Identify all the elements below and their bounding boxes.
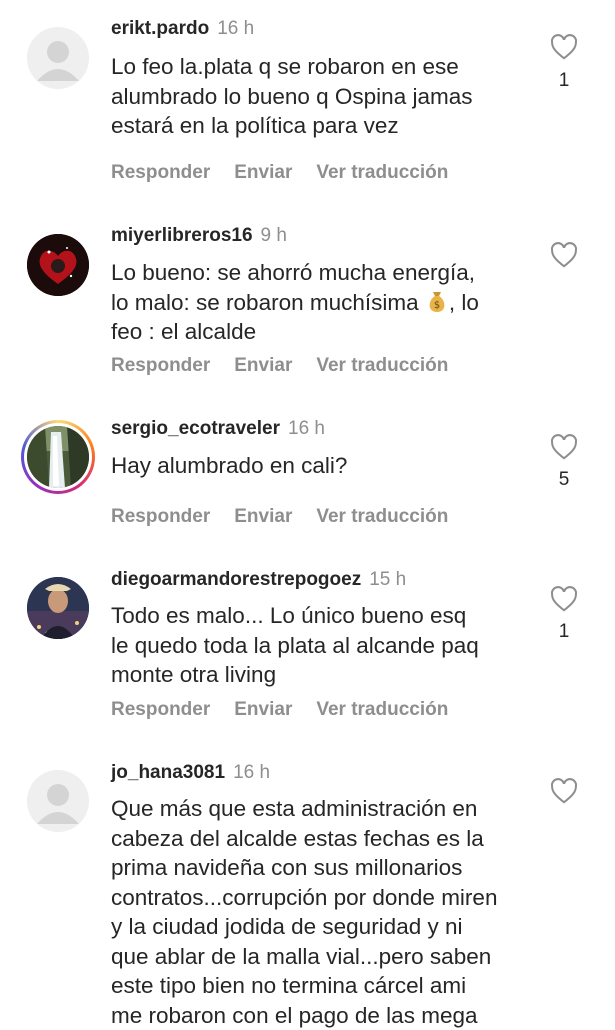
- see-translation-button[interactable]: Ver traducción: [316, 355, 448, 376]
- send-button[interactable]: Enviar: [234, 162, 292, 183]
- comment-header: erikt.pardo 16 h: [111, 18, 254, 40]
- comment-header: sergio_ecotraveler 16 h: [111, 418, 325, 440]
- comment-text-part: Lo bueno: se ahorró mucha energía, lo ma…: [111, 260, 475, 315]
- comment-actions: Responder Enviar Ver traducción: [111, 162, 472, 184]
- send-button[interactable]: Enviar: [234, 699, 292, 720]
- comment-actions: Responder Enviar Ver traducción: [111, 699, 472, 721]
- like-count: 1: [558, 70, 570, 91]
- timestamp: 9 h: [260, 225, 287, 246]
- comment-text: Lo feo la.plata q se robaron en ese alum…: [111, 54, 473, 138]
- default-avatar-icon: [27, 27, 89, 89]
- man-photo-icon: [27, 577, 89, 639]
- see-translation-button[interactable]: Ver traducción: [316, 162, 448, 183]
- comment-actions: Responder Enviar Ver traducción: [111, 506, 472, 528]
- timestamp: 16 h: [288, 418, 325, 439]
- default-avatar-icon: [27, 770, 89, 832]
- comment-header: jo_hana3081 16 h: [111, 762, 270, 784]
- comment-header: diegoarmandorestrepogoez 15 h: [111, 569, 406, 591]
- avatar[interactable]: [27, 770, 89, 832]
- heart-icon[interactable]: [548, 776, 580, 806]
- timestamp: 16 h: [233, 762, 271, 783]
- like-count: 5: [558, 469, 570, 490]
- like-count: 1: [558, 621, 570, 642]
- reply-button[interactable]: Responder: [111, 162, 210, 183]
- heart-icon[interactable]: [548, 432, 580, 462]
- comment-text: Hay alumbrado en cali?: [111, 453, 348, 478]
- waterfall-photo-icon: [27, 426, 89, 488]
- username[interactable]: erikt.pardo: [111, 18, 209, 39]
- username[interactable]: jo_hana3081: [111, 762, 225, 783]
- send-button[interactable]: Enviar: [234, 506, 292, 527]
- username[interactable]: diegoarmandorestrepogoez: [111, 569, 361, 590]
- heart-icon[interactable]: [548, 584, 580, 614]
- timestamp: 15 h: [369, 569, 407, 590]
- avatar: [27, 426, 89, 488]
- see-translation-button[interactable]: Ver traducción: [316, 506, 448, 527]
- money-bag-icon: $: [429, 291, 445, 312]
- comment-text: Todo es malo... Lo único bueno esq le qu…: [111, 603, 479, 687]
- username[interactable]: sergio_ecotraveler: [111, 418, 280, 439]
- comment-actions: Responder Enviar Ver traducción: [111, 355, 472, 377]
- svg-text:$: $: [434, 300, 440, 311]
- reply-button[interactable]: Responder: [111, 355, 210, 376]
- see-translation-button[interactable]: Ver traducción: [316, 699, 448, 720]
- reply-button[interactable]: Responder: [111, 699, 210, 720]
- heart-icon[interactable]: [548, 32, 580, 62]
- heart-icon[interactable]: [548, 240, 580, 270]
- comment-text: Lo bueno: se ahorró mucha energía, lo ma…: [111, 258, 531, 347]
- avatar[interactable]: [27, 27, 89, 89]
- username[interactable]: miyerlibreros16: [111, 225, 253, 246]
- timestamp: 16 h: [217, 18, 255, 39]
- avatar[interactable]: [27, 577, 89, 639]
- send-button[interactable]: Enviar: [234, 355, 292, 376]
- story-ring[interactable]: [21, 420, 95, 494]
- reply-button[interactable]: Responder: [111, 506, 210, 527]
- photo-avatar-icon: [27, 234, 89, 296]
- comment-header: miyerlibreros16 9 h: [111, 225, 287, 247]
- comment-text: Que más que esta administración en cabez…: [111, 796, 498, 1028]
- avatar[interactable]: [27, 234, 89, 296]
